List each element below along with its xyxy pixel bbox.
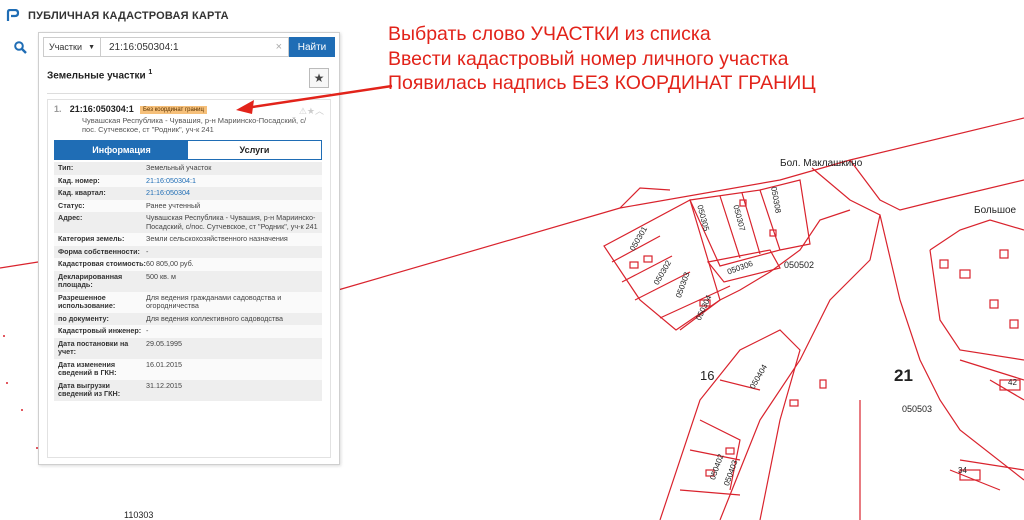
annotation-line: Появилась надпись БЕЗ КООРДИНАТ ГРАНИЦ: [388, 72, 816, 94]
annotation-line: Ввести кадастровый номер личного участка: [388, 47, 789, 70]
annotation-text: Выбрать слово УЧАСТКИ из списка Ввести к…: [388, 22, 816, 96]
annotation-line: Выбрать слово УЧАСТКИ из списка: [388, 23, 711, 45]
